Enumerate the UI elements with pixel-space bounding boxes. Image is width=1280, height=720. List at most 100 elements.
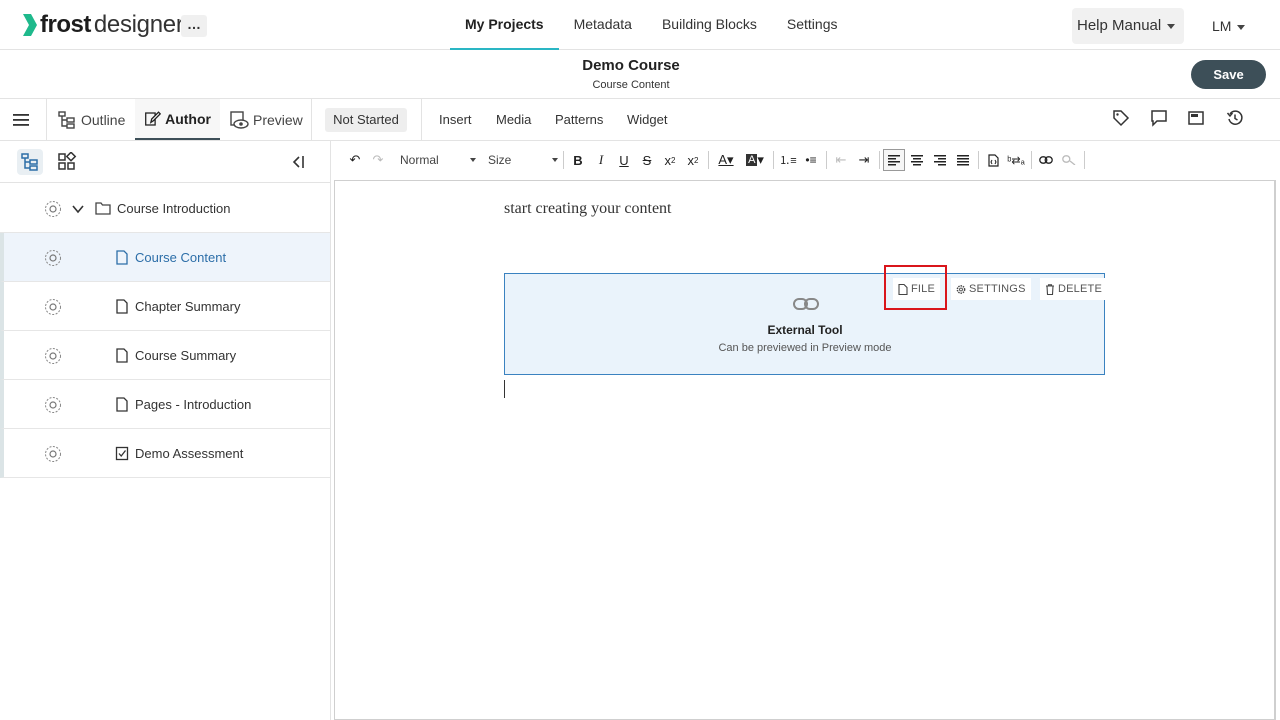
history-icon[interactable]	[1226, 109, 1244, 127]
comment-icon[interactable]	[1150, 109, 1168, 127]
tree-item-label: Demo Assessment	[135, 446, 244, 461]
logo-text-light: designer	[93, 11, 184, 38]
format-select[interactable]: Normal	[400, 149, 478, 171]
editor-content-text[interactable]: start creating your content	[504, 200, 672, 218]
strikethrough-icon[interactable]: S	[636, 149, 658, 171]
align-right-icon[interactable]	[929, 149, 951, 171]
ordered-list-icon[interactable]: ⒈≡	[777, 149, 799, 171]
tree-view-toggle[interactable]	[17, 149, 43, 175]
tree-item-label: Course Content	[135, 250, 227, 265]
nav-building-blocks[interactable]: Building Blocks	[647, 0, 772, 50]
align-justify-icon[interactable]	[952, 149, 974, 171]
user-initials: LM	[1212, 18, 1232, 34]
menu-patterns[interactable]: Patterns	[555, 99, 603, 141]
redo-icon[interactable]: ↷	[367, 149, 389, 171]
text-color-icon[interactable]: A▾	[712, 149, 740, 171]
tree-item-label: Chapter Summary	[135, 299, 241, 314]
chevron-down-icon[interactable]	[72, 203, 84, 215]
caret-down-icon	[1167, 23, 1176, 29]
status-settings-icon[interactable]	[44, 396, 62, 414]
caret-down-icon	[470, 158, 476, 162]
highlight-color-icon[interactable]: A ▾	[741, 149, 769, 171]
status-settings-icon[interactable]	[44, 445, 62, 463]
preview-eye-icon	[230, 110, 249, 129]
tree-item-label: Course Introduction	[117, 201, 231, 216]
status-settings-icon[interactable]	[44, 347, 62, 365]
divider	[826, 151, 827, 169]
block-settings-button[interactable]: SETTINGS	[951, 278, 1031, 300]
block-delete-label: DELETE	[1058, 283, 1102, 295]
divider	[773, 151, 774, 169]
nav-my-projects[interactable]: My Projects	[450, 0, 559, 50]
find-replace-icon[interactable]: ᵇ⇄ₐ	[1005, 149, 1027, 171]
status-settings-icon[interactable]	[44, 200, 62, 218]
user-menu[interactable]: LM	[1212, 8, 1246, 44]
outdent-icon[interactable]: ⇤	[830, 149, 852, 171]
tree-item-course-summary[interactable]: Course Summary	[0, 331, 330, 380]
menu-insert[interactable]: Insert	[439, 99, 472, 141]
tab-outline[interactable]: Outline	[57, 99, 125, 140]
block-delete-button[interactable]: DELETE	[1040, 278, 1107, 300]
logo-text-bold: frost	[40, 11, 91, 38]
status-settings-icon[interactable]	[44, 249, 62, 267]
save-button[interactable]: Save	[1191, 60, 1266, 89]
more-options-button[interactable]: …	[181, 15, 207, 37]
outline-tree-icon	[58, 110, 75, 129]
tree-item-pages-introduction[interactable]: Pages - Introduction	[0, 380, 330, 429]
notes-panel-icon[interactable]	[1187, 109, 1205, 127]
align-left-icon[interactable]	[883, 149, 905, 171]
status-settings-icon[interactable]	[44, 298, 62, 316]
font-size-select-value: Size	[488, 153, 512, 167]
tree-folder-course-introduction[interactable]: Course Introduction	[0, 184, 330, 233]
status-badge-button[interactable]: Not Started	[325, 108, 407, 132]
tree-item-chapter-summary[interactable]: Chapter Summary	[0, 282, 330, 331]
left-panel-header	[0, 141, 330, 183]
underline-icon[interactable]: U	[613, 149, 635, 171]
unlink-icon[interactable]	[1058, 149, 1080, 171]
tree-item-label: Pages - Introduction	[135, 397, 252, 412]
tab-author-label: Author	[165, 110, 211, 127]
course-title: Demo Course	[582, 57, 680, 74]
tree-item-course-content[interactable]: Course Content	[0, 233, 330, 282]
nav-settings[interactable]: Settings	[772, 0, 853, 50]
page-icon	[116, 250, 128, 265]
block-settings-label: SETTINGS	[969, 283, 1026, 295]
tree-item-label: Course Summary	[135, 348, 237, 363]
italic-icon[interactable]: I	[590, 149, 612, 171]
divider	[563, 151, 564, 169]
grid-view-icon	[58, 152, 77, 170]
link-icon[interactable]	[1035, 149, 1057, 171]
undo-icon[interactable]: ↶	[344, 149, 366, 171]
external-tool-block[interactable]: External Tool Can be previewed in Previe…	[504, 273, 1107, 375]
divider	[421, 99, 422, 140]
grid-view-toggle[interactable]	[54, 149, 80, 175]
source-code-icon[interactable]	[982, 149, 1004, 171]
tab-outline-label: Outline	[81, 111, 126, 128]
page-icon	[116, 348, 128, 363]
bullet-list-icon[interactable]: •≡	[800, 149, 822, 171]
tree-view-icon	[21, 153, 38, 171]
tree-item-demo-assessment[interactable]: Demo Assessment	[0, 429, 330, 478]
collapse-panel-icon[interactable]	[290, 154, 306, 170]
editor-canvas[interactable]	[334, 180, 1276, 720]
nav-metadata[interactable]: Metadata	[559, 0, 647, 50]
font-size-select[interactable]: Size	[488, 149, 560, 171]
hamburger-menu-icon[interactable]	[12, 112, 30, 128]
divider	[1031, 151, 1032, 169]
tag-icon[interactable]	[1112, 109, 1130, 127]
tab-preview[interactable]: Preview	[229, 99, 303, 140]
menu-widget[interactable]: Widget	[627, 99, 667, 141]
bold-icon[interactable]: B	[567, 149, 589, 171]
divider	[311, 99, 312, 140]
caret-down-icon	[552, 158, 558, 162]
subscript-icon[interactable]: x2	[659, 149, 681, 171]
menu-media[interactable]: Media	[496, 99, 531, 141]
divider	[879, 151, 880, 169]
indent-icon[interactable]: ⇥	[853, 149, 875, 171]
tab-author[interactable]: Author	[135, 99, 220, 140]
align-center-icon[interactable]	[906, 149, 928, 171]
frost-logo[interactable]: frost designer	[22, 11, 184, 39]
superscript-icon[interactable]: x2	[682, 149, 704, 171]
help-manual-dropdown[interactable]: Help Manual	[1072, 8, 1184, 44]
course-tree: Course Introduction Course Content Chapt…	[0, 184, 330, 478]
